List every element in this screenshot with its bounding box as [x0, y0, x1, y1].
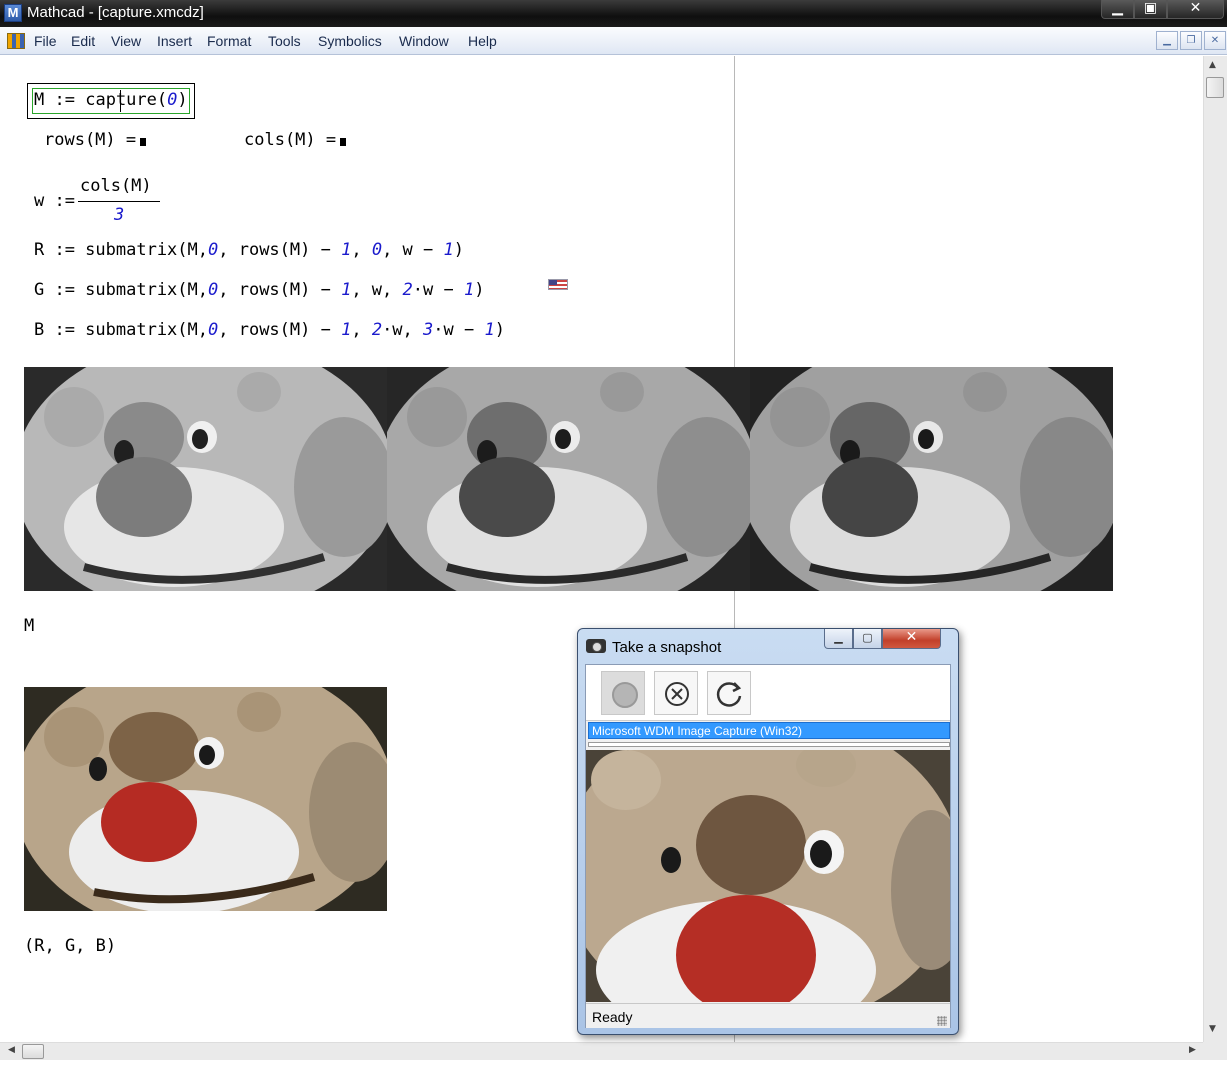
minimize-button[interactable]: ▁ — [1101, 0, 1134, 19]
horizontal-scrollbar[interactable] — [0, 1042, 1203, 1060]
webcam-preview-image — [586, 750, 950, 1002]
dialog-close-button[interactable]: ✕ — [882, 629, 941, 649]
menu-help[interactable]: Help — [468, 33, 497, 49]
refresh-icon[interactable] — [707, 671, 751, 715]
w-numerator: cols(M) — [80, 176, 152, 196]
status-bar: Ready — [586, 1003, 950, 1028]
scroll-right-arrow-icon[interactable]: ▶ — [1189, 1045, 1196, 1055]
menu-view[interactable]: View — [111, 33, 141, 49]
document-icon[interactable] — [7, 33, 25, 49]
capture-expression[interactable]: M := capture(0) — [34, 90, 188, 110]
matrix-m-label[interactable]: M — [24, 616, 34, 636]
dialog-title: Take a snapshot — [612, 639, 722, 656]
resize-grip-icon[interactable] — [937, 1016, 947, 1026]
menu-format[interactable]: Format — [207, 33, 251, 49]
result-placeholder — [140, 138, 147, 146]
menu-insert[interactable]: Insert — [157, 33, 192, 49]
rows-evaluation[interactable]: rows(M) = — [44, 130, 147, 150]
menu-bar: File Edit View Insert Format Tools Symbo… — [0, 27, 1227, 55]
dialog-client-area: Microsoft WDM Image Capture (Win32) Read… — [585, 664, 951, 1028]
capture-device-select[interactable]: Microsoft WDM Image Capture (Win32) — [588, 722, 950, 739]
blue-channel-image[interactable] — [750, 367, 1113, 591]
menu-tools[interactable]: Tools — [268, 33, 301, 49]
menu-window[interactable]: Window — [399, 33, 449, 49]
result-placeholder — [340, 138, 347, 146]
close-button[interactable]: ✕ — [1167, 0, 1224, 19]
cancel-icon[interactable] — [654, 671, 698, 715]
device-list-edge — [588, 742, 950, 747]
menu-symbolics[interactable]: Symbolics — [318, 33, 382, 49]
camera-icon — [586, 639, 606, 653]
r-submatrix-definition[interactable]: R := submatrix(M,0, rows(M) − 1, 0, w − … — [34, 240, 464, 260]
fraction-bar — [78, 201, 160, 202]
text-cursor — [120, 90, 121, 112]
doc-restore-button[interactable]: ❐ — [1180, 31, 1202, 50]
cols-evaluation[interactable]: cols(M) = — [244, 130, 347, 150]
bear-color-image[interactable] — [24, 687, 387, 911]
scroll-down-arrow-icon[interactable]: ▼ — [1209, 1024, 1216, 1034]
window-title: Mathcad - [capture.xmcdz] — [27, 4, 204, 21]
maximize-button[interactable]: ▣ — [1134, 0, 1167, 19]
b-submatrix-definition[interactable]: B := submatrix(M,0, rows(M) − 1, 2·w, 3·… — [34, 320, 505, 340]
snapshot-dialog[interactable]: Take a snapshot ▁ ▢ ✕ Microsoft WDM Imag… — [577, 628, 959, 1035]
language-flag-icon[interactable] — [548, 279, 568, 290]
red-channel-image[interactable] — [24, 367, 387, 591]
doc-minimize-button[interactable]: ▁ — [1156, 31, 1178, 50]
vertical-scrollbar[interactable] — [1203, 56, 1227, 1042]
dialog-minimize-button[interactable]: ▁ — [824, 629, 853, 649]
horizontal-scroll-thumb[interactable] — [22, 1044, 44, 1059]
menu-edit[interactable]: Edit — [71, 33, 95, 49]
dialog-maximize-button[interactable]: ▢ — [853, 629, 882, 649]
menu-file[interactable]: File — [34, 33, 57, 49]
g-submatrix-definition[interactable]: G := submatrix(M,0, rows(M) − 1, w, 2·w … — [34, 280, 484, 300]
scroll-up-arrow-icon[interactable]: ▲ — [1209, 60, 1216, 70]
w-denominator: 3 — [114, 205, 125, 225]
vertical-scroll-thumb[interactable] — [1206, 77, 1224, 98]
green-channel-image[interactable] — [387, 367, 750, 591]
status-text: Ready — [592, 1009, 633, 1025]
title-bar: M Mathcad - [capture.xmcdz] ▁ ▣ ✕ — [0, 0, 1227, 27]
record-icon[interactable] — [601, 671, 645, 715]
scroll-corner — [1203, 1042, 1227, 1060]
mathcad-app-icon[interactable]: M — [4, 4, 22, 22]
scroll-left-arrow-icon[interactable]: ◀ — [8, 1045, 15, 1055]
w-definition-lhs[interactable]: w := — [34, 191, 75, 211]
rgb-tuple-label[interactable]: (R, G, B) — [24, 936, 116, 956]
snapshot-toolbar — [586, 665, 950, 721]
doc-close-button[interactable]: ✕ — [1204, 31, 1226, 50]
